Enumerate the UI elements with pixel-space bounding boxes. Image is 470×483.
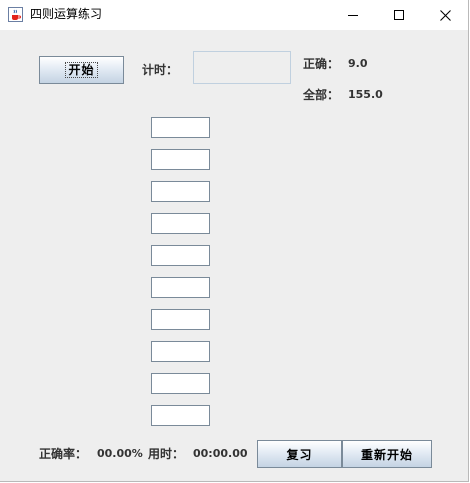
maximize-button[interactable]: [376, 0, 422, 30]
accuracy-label: 正确率：: [39, 447, 88, 461]
answer-field-2[interactable]: [151, 149, 210, 170]
review-button[interactable]: 复习: [257, 440, 342, 468]
accuracy-value: 00.00%: [97, 447, 143, 460]
answer-field-9[interactable]: [151, 373, 210, 394]
app-window: 四则运算练习 开始 计时： 正确： 9.0 全部： 155.0 正确率： 00.…: [0, 0, 469, 482]
timer-display: [193, 51, 291, 84]
minimize-button[interactable]: [330, 0, 376, 30]
close-button[interactable]: [422, 0, 468, 30]
total-label: 全部：: [303, 88, 340, 102]
answer-field-7[interactable]: [151, 309, 210, 330]
answer-field-8[interactable]: [151, 341, 210, 362]
start-button-label: 开始: [65, 62, 98, 78]
window-title: 四则运算练习: [30, 7, 103, 21]
time-used-value: 00:00.00: [193, 447, 248, 460]
answer-field-6[interactable]: [151, 277, 210, 298]
java-cup-icon: [8, 7, 23, 22]
restart-button-label: 重新开始: [360, 447, 413, 462]
correct-label: 正确：: [303, 57, 340, 71]
answer-field-5[interactable]: [151, 245, 210, 266]
correct-value: 9.0: [348, 57, 368, 70]
close-icon: [439, 9, 451, 21]
answer-field-10[interactable]: [151, 405, 210, 426]
title-bar[interactable]: 四则运算练习: [0, 0, 468, 30]
minimize-icon: [348, 10, 358, 20]
review-button-label: 复习: [286, 447, 313, 462]
answer-field-1[interactable]: [151, 117, 210, 138]
answer-field-3[interactable]: [151, 181, 210, 202]
timer-label: 计时：: [142, 63, 179, 77]
answer-field-4[interactable]: [151, 213, 210, 234]
restart-button[interactable]: 重新开始: [342, 440, 432, 468]
maximize-icon: [394, 10, 404, 20]
time-used-label: 用时：: [148, 447, 185, 461]
start-button[interactable]: 开始: [39, 56, 124, 84]
total-value: 155.0: [348, 88, 383, 101]
